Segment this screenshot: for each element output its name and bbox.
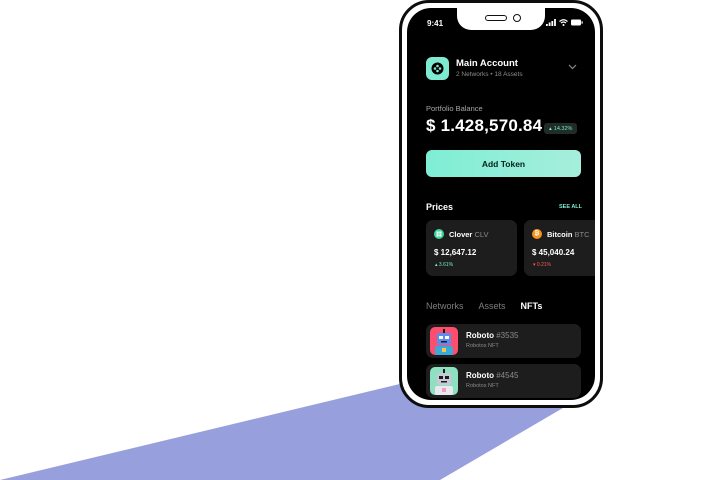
battery-icon [571, 19, 583, 26]
nft-item[interactable]: Roboto #4545 Robotos NFT [426, 364, 581, 398]
portfolio-balance: $ 1.428,570.84 [426, 116, 543, 135]
coin-name: Clover CLV [449, 230, 488, 239]
arrow-up-icon: ▴ [435, 262, 438, 268]
nft-name: Roboto [466, 371, 494, 380]
coin-symbol: BTC [574, 230, 590, 239]
robot-icon [435, 329, 453, 355]
arrow-down-icon: ▾ [533, 262, 536, 268]
nft-collection: Robotos NFT [466, 343, 499, 349]
account-logo-icon [431, 62, 444, 75]
nft-title: Roboto #3535 [466, 331, 518, 340]
nft-collection: Robotos NFT [466, 383, 499, 389]
coin-change-value: 3.61% [438, 262, 454, 268]
nft-item[interactable]: Roboto #3535 Robotos NFT [426, 324, 581, 358]
coin-name: Bitcoin BTC [547, 230, 590, 239]
status-time: 9:41 [427, 19, 444, 28]
portfolio-change: 14.32% [553, 125, 573, 132]
nft-thumbnail [430, 327, 458, 355]
nft-name: Roboto [466, 331, 494, 340]
nft-title: Roboto #4545 [466, 371, 518, 380]
status-icons [546, 19, 583, 26]
account-name[interactable]: Main Account [456, 58, 518, 69]
coin-name-text: Clover [449, 230, 473, 239]
robot-icon [435, 369, 453, 395]
arrow-up-icon: ▴ [549, 125, 552, 132]
account-meta: 2 Networks • 18 Assets [456, 71, 523, 78]
coin-change: ▾ 0.21% [533, 262, 551, 268]
see-all-link[interactable]: SEE ALL [559, 204, 582, 210]
chevron-down-icon[interactable] [568, 64, 577, 70]
coin-change-value: 0.21% [536, 262, 552, 268]
prices-title: Prices [426, 202, 454, 212]
phone-frame: 9:41 Main Account 2 Networks • 18 Assets… [399, 0, 603, 408]
nft-number: #4545 [496, 371, 519, 380]
portfolio-label: Portfolio Balance [426, 104, 483, 113]
price-card-bitcoin[interactable]: ₿ Bitcoin BTC $ 45,040.24 ▾ 0.21% [524, 220, 595, 276]
coin-change: ▴ 3.61% [435, 262, 453, 268]
tab-assets[interactable]: Assets [479, 301, 506, 311]
asset-tabs: Networks Assets NFTs [426, 301, 542, 311]
camera-icon [513, 14, 521, 22]
portfolio-change-badge: ▴ 14.32% [544, 123, 578, 134]
add-token-button[interactable]: Add Token [426, 150, 581, 177]
notch [457, 8, 545, 30]
coin-price: $ 12,647.12 [434, 248, 477, 257]
coin-name-text: Bitcoin [547, 230, 573, 239]
coin-symbol: CLV [474, 230, 489, 239]
tab-networks[interactable]: Networks [426, 301, 464, 311]
tab-nfts[interactable]: NFTs [521, 301, 543, 311]
speaker-icon [485, 15, 507, 21]
phone-screen: 9:41 Main Account 2 Networks • 18 Assets… [407, 8, 595, 400]
wifi-icon [559, 19, 568, 26]
account-avatar[interactable] [426, 57, 449, 80]
coin-price: $ 45,040.24 [532, 248, 575, 257]
signal-icon [546, 19, 556, 26]
nft-thumbnail [430, 367, 458, 395]
clover-coin-icon [434, 229, 444, 239]
bitcoin-coin-icon: ₿ [532, 229, 542, 239]
price-card-clover[interactable]: Clover CLV $ 12,647.12 ▴ 3.61% [426, 220, 517, 276]
nft-number: #3535 [496, 331, 519, 340]
